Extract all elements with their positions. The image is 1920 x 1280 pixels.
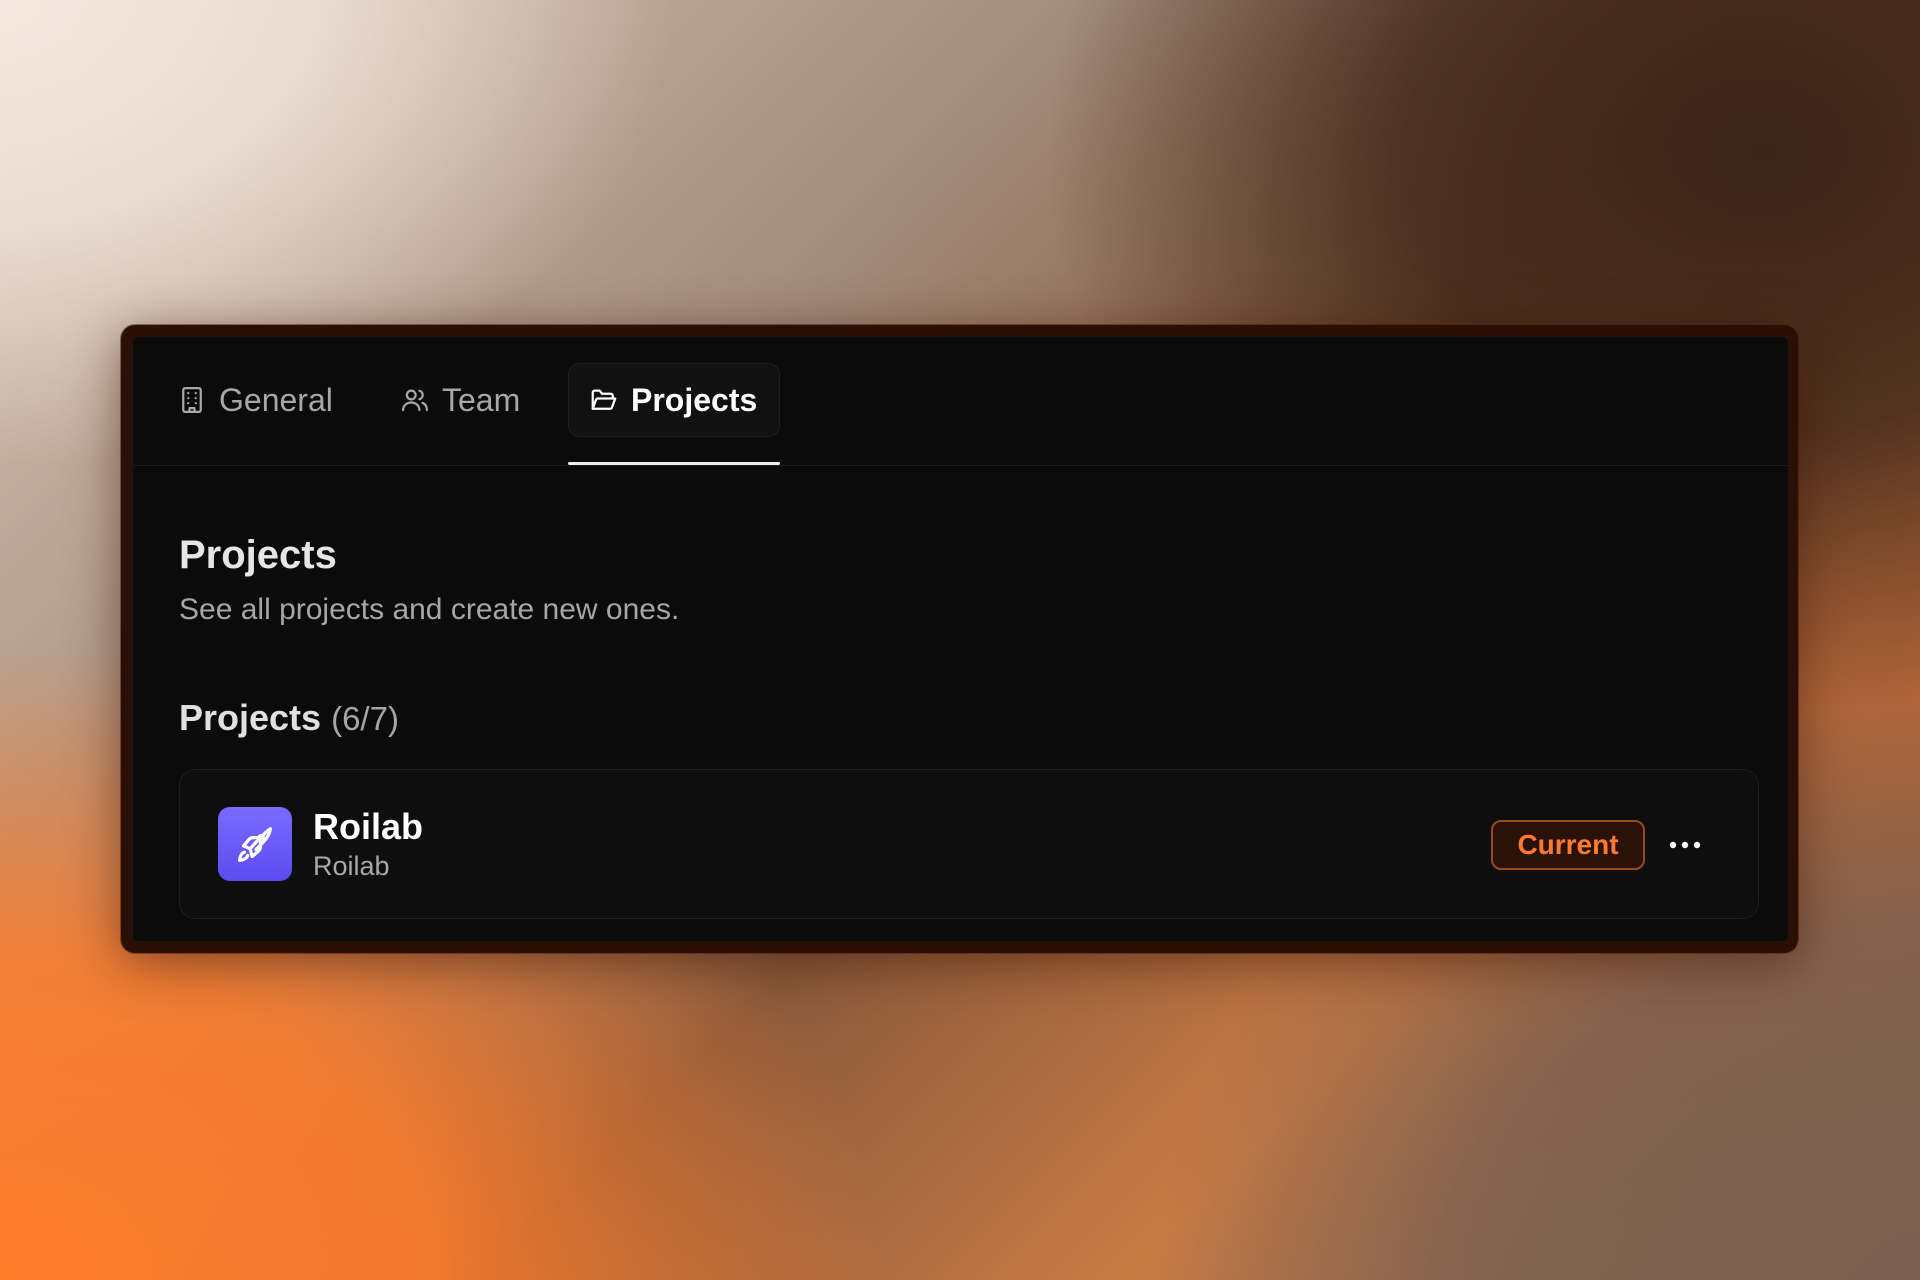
more-horizontal-icon	[1669, 841, 1701, 849]
project-card[interactable]: Roilab Roilab Current	[179, 769, 1759, 919]
project-menu-button[interactable]	[1660, 820, 1710, 870]
projects-section-title: Projects	[179, 697, 322, 738]
page-subtitle: See all projects and create new ones.	[179, 593, 680, 626]
project-avatar	[218, 807, 292, 881]
rocket-icon	[238, 827, 272, 862]
tab-projects-label: Projects	[631, 381, 758, 418]
projects-count: (6/7)	[331, 700, 399, 737]
project-slug: Roilab	[313, 851, 390, 881]
project-name: Roilab	[313, 806, 424, 847]
tab-bar: General Team Projects	[133, 337, 1788, 466]
building-icon	[182, 387, 202, 413]
settings-panel: General Team Projects Projects See all p…	[133, 337, 1788, 941]
projects-section-heading: Projects (6/7)	[179, 697, 399, 739]
page-title: Projects	[179, 533, 337, 577]
folder-open-icon	[591, 389, 617, 410]
tab-projects[interactable]: Projects	[568, 363, 780, 437]
tab-general[interactable]: General	[157, 363, 353, 437]
tab-general-label: General	[219, 381, 333, 418]
current-badge: Current	[1491, 820, 1645, 870]
tab-team-label: Team	[442, 381, 521, 418]
active-tab-indicator	[568, 462, 780, 465]
users-icon	[402, 389, 428, 412]
tab-team[interactable]: Team	[380, 363, 540, 437]
